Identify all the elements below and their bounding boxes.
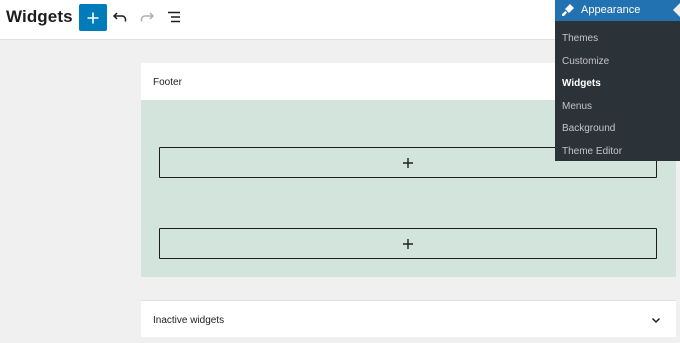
page-title: Widgets [6, 7, 73, 26]
appearance-menu-header[interactable]: Appearance [555, 0, 680, 21]
undo-button[interactable] [111, 8, 129, 26]
submenu-item-background[interactable]: Background [555, 118, 680, 141]
undo-icon [112, 12, 127, 22]
footer-area-label: Footer [153, 77, 182, 88]
add-block-button[interactable] [79, 4, 107, 31]
admin-appearance-menu: Appearance Themes Customize Widgets Menu… [555, 0, 680, 161]
plus-icon [87, 12, 99, 23]
inactive-widgets-panel[interactable]: Inactive widgets [141, 300, 676, 337]
plus-icon [403, 238, 413, 249]
inactive-widgets-label: Inactive widgets [153, 315, 225, 326]
paintbrush-icon [560, 2, 576, 18]
appearance-menu-label: Appearance [581, 4, 641, 16]
chevron-down-icon[interactable] [650, 314, 662, 326]
plus-icon [403, 157, 413, 168]
block-appender-button[interactable] [159, 228, 657, 259]
submenu-item-customize[interactable]: Customize [555, 51, 680, 74]
submenu-item-widgets[interactable]: Widgets [555, 73, 680, 96]
redo-button[interactable] [138, 8, 156, 26]
current-menu-arrow [673, 3, 680, 17]
appearance-submenu: Themes Customize Widgets Menus Backgroun… [555, 28, 680, 164]
list-view-icon [168, 11, 180, 23]
redo-icon [140, 12, 155, 22]
submenu-item-themes[interactable]: Themes [555, 28, 680, 51]
submenu-item-theme-editor[interactable]: Theme Editor [555, 141, 680, 164]
submenu-item-menus[interactable]: Menus [555, 96, 680, 119]
list-view-button[interactable] [165, 8, 183, 26]
